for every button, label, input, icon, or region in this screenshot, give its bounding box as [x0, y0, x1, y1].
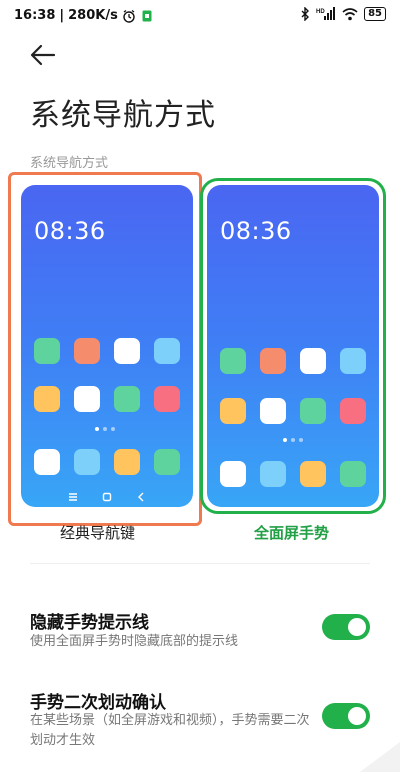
- bluetooth-icon: [301, 7, 310, 21]
- preview-app-icon: [220, 461, 246, 487]
- status-right: HD 85: [300, 7, 386, 21]
- preview-clock: 08:36: [220, 217, 292, 245]
- setting-hide-hint-line-title: 隐藏手势提示线: [30, 613, 149, 633]
- alarm-icon: [123, 9, 135, 23]
- page-title: 系统导航方式: [30, 98, 216, 133]
- back-key-icon: [138, 492, 144, 502]
- preview-app-icon: [34, 338, 60, 364]
- preview-app-icon: [260, 348, 286, 374]
- classic-nav-label[interactable]: 经典导航键: [60, 522, 135, 543]
- page-indicator: [95, 426, 119, 432]
- hide-hint-line-toggle[interactable]: [322, 614, 370, 640]
- toggle-knob: [348, 707, 366, 725]
- divider: [30, 563, 370, 564]
- setting-double-swipe-title: 手势二次划动确认: [30, 693, 166, 713]
- classic-nav-preview: 08:36: [21, 185, 193, 507]
- status-separator: |: [59, 8, 65, 23]
- menu-key-icon: [69, 493, 77, 501]
- network-type-label: HD: [316, 9, 325, 15]
- signal-icon: HD: [316, 7, 336, 20]
- preview-app-icon: [74, 338, 100, 364]
- wifi-icon: [342, 7, 358, 20]
- status-bar: 16:38 | 280K/s HD 85: [0, 0, 400, 32]
- status-speed: 280K/s: [68, 8, 118, 23]
- preview-app-icon: [74, 386, 100, 412]
- preview-app-icon: [340, 348, 366, 374]
- page-indicator: [283, 437, 307, 443]
- status-time: 16:38: [14, 8, 56, 23]
- home-key-icon: [102, 492, 112, 502]
- preview-app-icon: [220, 398, 246, 424]
- preview-app-icon: [154, 338, 180, 364]
- preview-app-icon: [34, 386, 60, 412]
- status-left: 16:38 | 280K/s: [14, 8, 154, 23]
- back-arrow-icon[interactable]: [28, 42, 58, 68]
- preview-app-icon: [114, 386, 140, 412]
- setting-hide-hint-line-subtitle: 使用全面屏手势时隐藏底部的提示线: [30, 634, 239, 649]
- section-label: 系统导航方式: [30, 156, 109, 171]
- security-app-icon: [142, 10, 152, 21]
- setting-double-swipe-subtitle: 在某些场景（如全屏游戏和视频），手势需要二次划动才生效: [30, 713, 310, 748]
- preview-app-icon: [114, 338, 140, 364]
- preview-app-icon: [114, 449, 140, 475]
- gesture-label[interactable]: 全面屏手势: [254, 522, 329, 543]
- preview-app-icon: [340, 461, 366, 487]
- preview-app-icon: [340, 398, 366, 424]
- preview-app-icon: [154, 386, 180, 412]
- corner-decoration: [360, 742, 400, 772]
- preview-app-icon: [300, 461, 326, 487]
- toggle-knob: [348, 618, 366, 636]
- preview-app-icon: [220, 348, 246, 374]
- preview-app-icon: [300, 398, 326, 424]
- preview-app-icon: [74, 449, 100, 475]
- preview-nav-bar: [21, 487, 193, 507]
- preview-clock: 08:36: [34, 217, 106, 245]
- preview-app-icon: [300, 348, 326, 374]
- preview-app-icon: [260, 461, 286, 487]
- preview-app-icon: [34, 449, 60, 475]
- gesture-preview: 08:36: [207, 185, 379, 507]
- preview-app-icon: [260, 398, 286, 424]
- preview-app-icon: [154, 449, 180, 475]
- battery-indicator: 85: [364, 7, 386, 21]
- double-swipe-toggle[interactable]: [322, 703, 370, 729]
